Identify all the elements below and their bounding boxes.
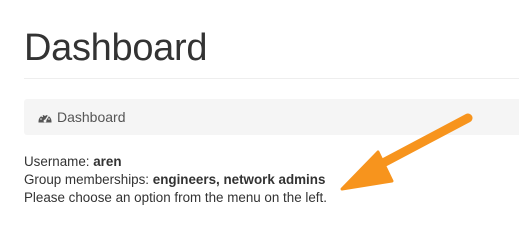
user-info: Username: aren Group memberships: engine… [24, 153, 327, 207]
breadcrumb-item-dashboard[interactable]: Dashboard [57, 109, 126, 125]
dashboard-gauge-icon [37, 110, 53, 124]
title-divider [24, 78, 519, 79]
group-memberships-value: engineers, network admins [152, 172, 326, 187]
group-memberships-label: Group memberships: [24, 172, 150, 187]
group-memberships-line: Group memberships: engineers, network ad… [24, 171, 327, 189]
username-value: aren [93, 154, 122, 169]
username-label: Username: [24, 154, 90, 169]
orange-arrow-icon [340, 113, 473, 191]
username-line: Username: aren [24, 153, 327, 171]
page-title: Dashboard [24, 27, 208, 69]
instruction-text: Please choose an option from the menu on… [24, 190, 327, 205]
